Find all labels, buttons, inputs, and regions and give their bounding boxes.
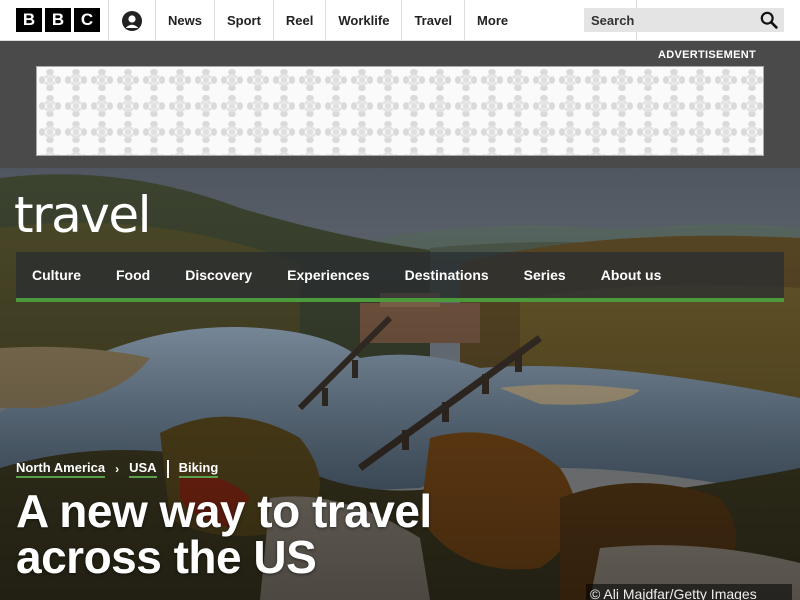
headline-line-2: across the US (16, 531, 317, 583)
breadcrumb-biking[interactable]: Biking (178, 460, 219, 478)
hero-section: travel Culture Food Discovery Experience… (0, 168, 800, 600)
bbc-logo-letter: B (16, 8, 42, 32)
section-nav-discovery[interactable]: Discovery (185, 267, 252, 283)
nav-reel[interactable]: Reel (274, 0, 327, 41)
global-nav: News Sport Reel Worklife Travel More (156, 0, 638, 41)
section-nav-destinations[interactable]: Destinations (405, 267, 489, 283)
travel-logo[interactable]: travel (14, 190, 152, 240)
nav-travel[interactable]: Travel (402, 0, 466, 41)
breadcrumb: North America › USA Biking (16, 460, 219, 478)
nav-worklife[interactable]: Worklife (326, 0, 403, 41)
search-box (584, 8, 784, 32)
person-icon (122, 10, 142, 31)
image-credit: © Ali Majdfar/Getty Images (586, 584, 792, 600)
section-nav-experiences[interactable]: Experiences (287, 267, 370, 283)
account-button[interactable] (108, 0, 156, 41)
bbc-logo[interactable]: B B C (16, 8, 100, 32)
section-nav-culture[interactable]: Culture (32, 267, 81, 283)
breadcrumb-usa[interactable]: USA (129, 460, 157, 478)
bbc-logo-letter: B (45, 8, 71, 32)
section-nav-about-us[interactable]: About us (601, 267, 662, 283)
global-header: B B C News Sport Reel Worklife Travel Mo… (0, 0, 800, 41)
breadcrumb-north-america[interactable]: North America (16, 460, 106, 478)
section-nav-series[interactable]: Series (524, 267, 566, 283)
search-input[interactable] (591, 12, 751, 28)
travel-section-nav: Culture Food Discovery Experiences Desti… (16, 252, 784, 302)
nav-sport[interactable]: Sport (215, 0, 274, 41)
nav-more-label: More (477, 13, 509, 28)
search-icon[interactable] (760, 11, 778, 29)
advertisement-label: ADVERTISEMENT (657, 49, 756, 61)
headline-line-1: A new way to travel (16, 485, 432, 537)
chevron-right-icon: › (115, 462, 120, 476)
article-headline: A new way to travel across the US (16, 488, 496, 580)
advert-band: ADVERTISEMENT (0, 41, 800, 168)
breadcrumb-divider (166, 460, 169, 478)
bbc-logo-letter: C (74, 8, 100, 32)
advertisement-slot[interactable] (36, 66, 764, 156)
section-nav-food[interactable]: Food (116, 267, 150, 283)
nav-news[interactable]: News (156, 0, 215, 41)
ad-pattern-image (37, 67, 763, 155)
